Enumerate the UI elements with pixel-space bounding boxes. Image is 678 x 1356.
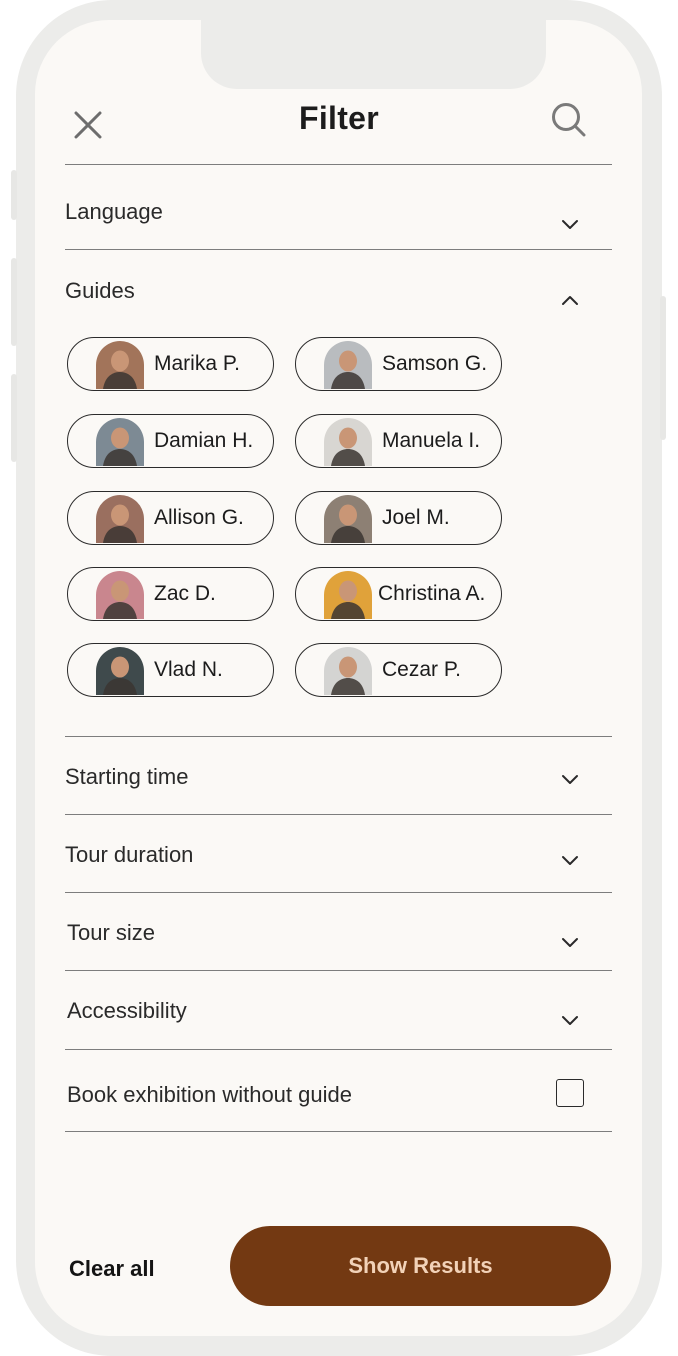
guide-name: Christina A.	[378, 582, 486, 605]
divider	[65, 970, 612, 971]
volume-up-button	[11, 258, 17, 346]
chevron-up-icon[interactable]	[559, 293, 581, 307]
guide-avatar	[324, 418, 372, 466]
guide-avatar	[324, 571, 372, 619]
search-icon[interactable]	[550, 101, 588, 139]
book-without-guide-checkbox[interactable]	[556, 1079, 584, 1107]
guide-avatar	[324, 647, 372, 695]
language-label: Language	[65, 199, 163, 224]
guide-avatar	[96, 647, 144, 695]
divider	[65, 1131, 612, 1132]
show-results-button[interactable]: Show Results	[230, 1226, 611, 1306]
guide-chip[interactable]: Marika P.	[67, 337, 274, 391]
guide-name: Marika P.	[154, 352, 240, 375]
guide-chip[interactable]: Zac D.	[67, 567, 274, 621]
chevron-down-icon[interactable]	[559, 854, 581, 868]
guide-avatar	[96, 341, 144, 389]
guide-chip[interactable]: Joel M.	[295, 491, 502, 545]
guide-avatar	[96, 571, 144, 619]
guide-avatar	[96, 418, 144, 466]
divider	[65, 249, 612, 250]
guide-name: Zac D.	[154, 582, 216, 605]
clear-all-button[interactable]: Clear all	[69, 1256, 155, 1282]
divider	[65, 736, 612, 737]
guide-chip[interactable]: Vlad N.	[67, 643, 274, 697]
divider	[65, 814, 612, 815]
guide-name: Damian H.	[154, 429, 254, 452]
divider	[65, 1049, 612, 1050]
guide-chip[interactable]: Damian H.	[67, 414, 274, 468]
chevron-down-icon[interactable]	[559, 218, 581, 232]
chevron-down-icon[interactable]	[559, 936, 581, 950]
guides-label: Guides	[65, 278, 135, 303]
guide-chip[interactable]: Samson G.	[295, 337, 502, 391]
starting-time-label: Starting time	[65, 764, 189, 789]
guide-name: Samson G.	[382, 352, 488, 375]
guide-chip[interactable]: Christina A.	[295, 567, 502, 621]
accessibility-label: Accessibility	[67, 998, 187, 1023]
guide-name: Joel M.	[382, 506, 450, 529]
volume-down-button	[11, 374, 17, 462]
guide-name: Manuela I.	[382, 429, 481, 452]
header-divider	[65, 164, 612, 165]
mute-switch	[11, 170, 17, 220]
tour-size-label: Tour size	[67, 920, 156, 945]
guide-name: Vlad N.	[154, 658, 223, 681]
guide-name: Cezar P.	[382, 658, 461, 681]
chevron-down-icon[interactable]	[559, 773, 581, 787]
guide-chip[interactable]: Cezar P.	[295, 643, 502, 697]
notch	[201, 20, 546, 89]
chevron-down-icon[interactable]	[559, 1014, 581, 1028]
guide-avatar	[324, 341, 372, 389]
power-button	[660, 296, 666, 440]
guide-chip[interactable]: Manuela I.	[295, 414, 502, 468]
guide-name: Allison G.	[154, 506, 244, 529]
guide-avatar	[324, 495, 372, 543]
book-without-guide-label: Book exhibition without guide	[67, 1082, 352, 1107]
divider	[65, 892, 612, 893]
guide-chip[interactable]: Allison G.	[67, 491, 274, 545]
guide-avatar	[96, 495, 144, 543]
tour-duration-label: Tour duration	[65, 842, 194, 867]
